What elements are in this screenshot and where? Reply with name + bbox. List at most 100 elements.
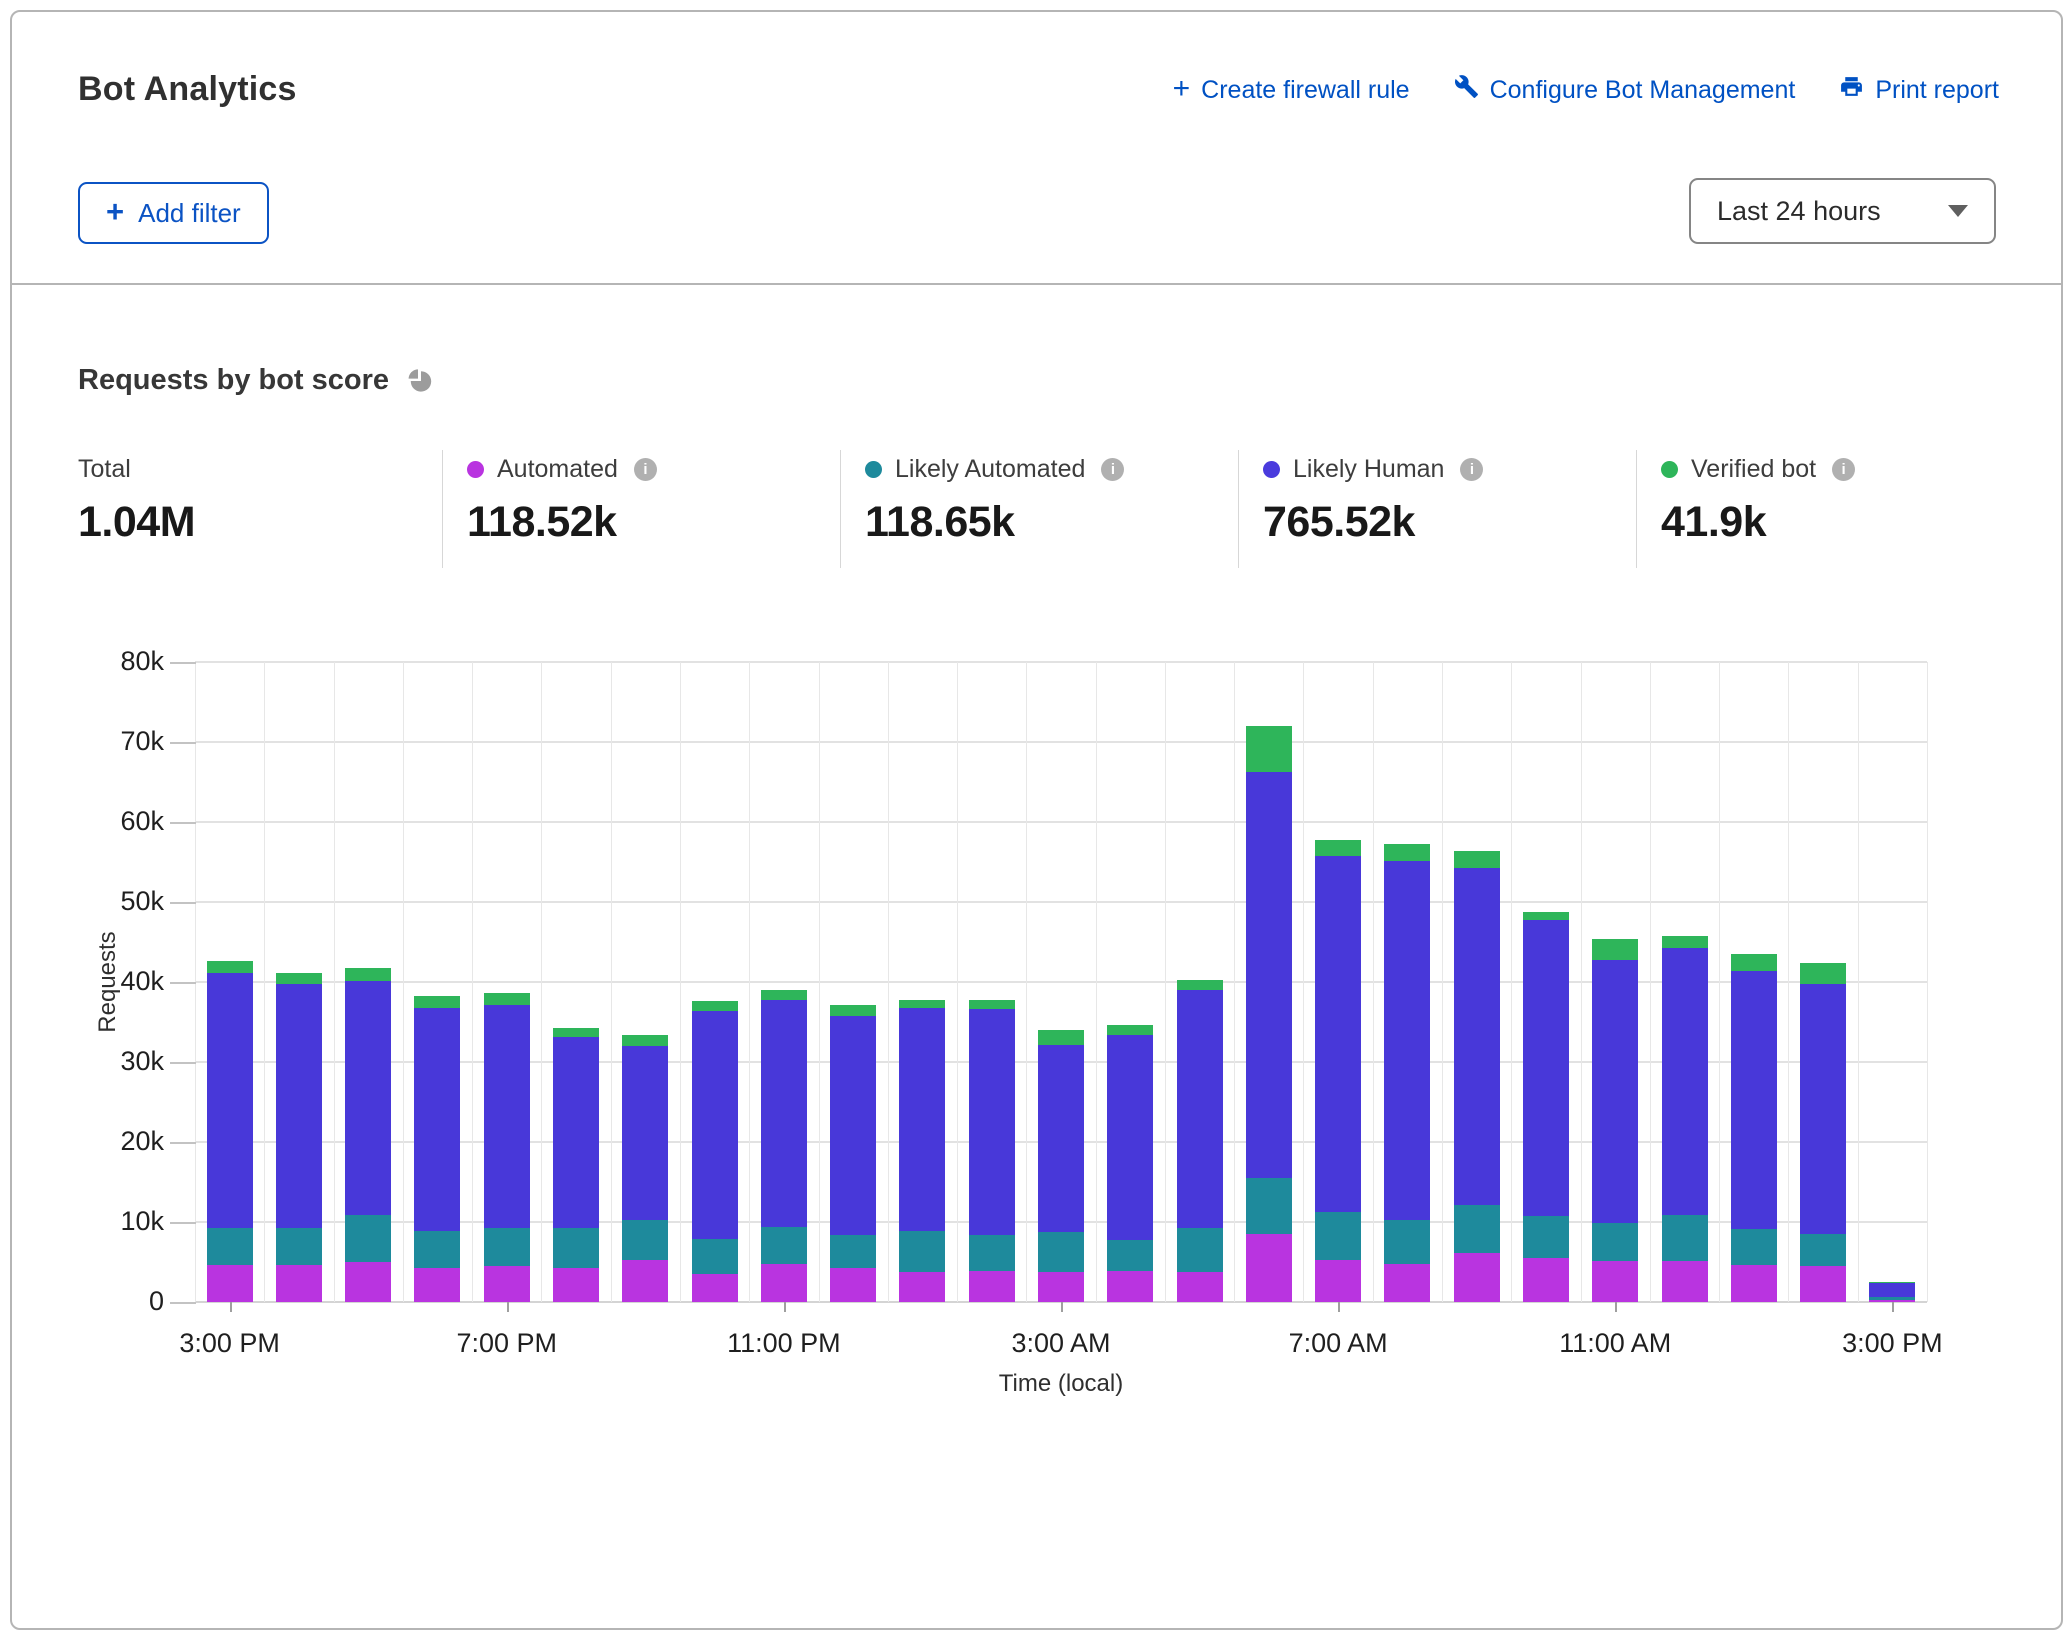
bar-segment-likely-human[interactable]	[1592, 960, 1638, 1223]
configure-bot-management-link[interactable]: Configure Bot Management	[1454, 74, 1796, 106]
info-icon[interactable]: i	[1460, 458, 1483, 481]
bar[interactable]	[1177, 662, 1223, 1302]
bar-segment-likely-automated[interactable]	[276, 1228, 322, 1265]
bar-segment-likely-human[interactable]	[345, 981, 391, 1215]
bar-segment-verified-bot[interactable]	[414, 996, 460, 1008]
bar-segment-automated[interactable]	[969, 1271, 1015, 1302]
bar-segment-likely-human[interactable]	[1800, 984, 1846, 1234]
bar[interactable]	[761, 662, 807, 1302]
bar-segment-likely-automated[interactable]	[899, 1231, 945, 1273]
bar-segment-automated[interactable]	[484, 1266, 530, 1302]
add-filter-button[interactable]: + Add filter	[78, 182, 269, 244]
bar[interactable]	[276, 662, 322, 1302]
info-icon[interactable]: i	[634, 458, 657, 481]
bar-segment-automated[interactable]	[1038, 1272, 1084, 1302]
bar-segment-likely-automated[interactable]	[484, 1228, 530, 1266]
bar-segment-verified-bot[interactable]	[1454, 851, 1500, 868]
bar[interactable]	[1592, 662, 1638, 1302]
bar-segment-likely-human[interactable]	[899, 1008, 945, 1230]
bar-segment-likely-human[interactable]	[1315, 856, 1361, 1212]
bar-segment-likely-human[interactable]	[1246, 772, 1292, 1178]
bar-segment-verified-bot[interactable]	[692, 1001, 738, 1011]
bar-segment-likely-automated[interactable]	[692, 1239, 738, 1274]
bar-segment-automated[interactable]	[1454, 1253, 1500, 1302]
bar-segment-likely-automated[interactable]	[1731, 1229, 1777, 1265]
bar[interactable]	[414, 662, 460, 1302]
bar-segment-automated[interactable]	[830, 1268, 876, 1302]
bar-segment-automated[interactable]	[761, 1264, 807, 1302]
bar-segment-likely-human[interactable]	[553, 1037, 599, 1228]
bar-segment-likely-automated[interactable]	[1038, 1232, 1084, 1272]
bar-segment-automated[interactable]	[1246, 1234, 1292, 1302]
bar-segment-likely-human[interactable]	[692, 1011, 738, 1239]
bar-segment-automated[interactable]	[414, 1268, 460, 1302]
bar-segment-automated[interactable]	[1800, 1266, 1846, 1302]
bar-segment-likely-automated[interactable]	[1523, 1216, 1569, 1258]
bar-segment-likely-automated[interactable]	[830, 1235, 876, 1269]
print-report-link[interactable]: Print report	[1839, 74, 1999, 106]
bar-segment-verified-bot[interactable]	[1869, 1282, 1915, 1283]
bar-segment-automated[interactable]	[1592, 1261, 1638, 1302]
bar-segment-likely-automated[interactable]	[1177, 1228, 1223, 1272]
bar-segment-verified-bot[interactable]	[553, 1028, 599, 1038]
bar[interactable]	[1246, 662, 1292, 1302]
time-range-select[interactable]: Last 24 hours	[1689, 178, 1996, 244]
bar-segment-likely-automated[interactable]	[1246, 1178, 1292, 1234]
bar[interactable]	[622, 662, 668, 1302]
bar-segment-likely-human[interactable]	[969, 1009, 1015, 1235]
bar-segment-likely-automated[interactable]	[1384, 1220, 1430, 1264]
bar-segment-automated[interactable]	[899, 1272, 945, 1302]
bar-segment-verified-bot[interactable]	[1731, 954, 1777, 971]
bar-segment-likely-automated[interactable]	[969, 1235, 1015, 1271]
bar-segment-likely-human[interactable]	[484, 1005, 530, 1227]
bar-segment-verified-bot[interactable]	[276, 973, 322, 983]
bar[interactable]	[1315, 662, 1361, 1302]
bar-segment-verified-bot[interactable]	[1177, 980, 1223, 990]
bar-segment-automated[interactable]	[1731, 1265, 1777, 1302]
bar-segment-likely-human[interactable]	[1662, 948, 1708, 1214]
bar-segment-verified-bot[interactable]	[1523, 912, 1569, 919]
bar-segment-likely-human[interactable]	[1384, 861, 1430, 1219]
bar-segment-verified-bot[interactable]	[969, 1000, 1015, 1010]
bar-segment-likely-human[interactable]	[1731, 971, 1777, 1229]
bar-segment-likely-human[interactable]	[761, 1000, 807, 1227]
bar[interactable]	[1038, 662, 1084, 1302]
bar-segment-automated[interactable]	[1107, 1271, 1153, 1302]
bar[interactable]	[830, 662, 876, 1302]
bar-segment-automated[interactable]	[345, 1262, 391, 1302]
bar-segment-likely-automated[interactable]	[1592, 1223, 1638, 1261]
bar[interactable]	[1800, 662, 1846, 1302]
bar-segment-likely-automated[interactable]	[345, 1215, 391, 1262]
bar-segment-verified-bot[interactable]	[1384, 844, 1430, 862]
bar[interactable]	[1662, 662, 1708, 1302]
info-icon[interactable]: i	[1832, 458, 1855, 481]
bar-segment-verified-bot[interactable]	[1800, 963, 1846, 984]
bar-segment-likely-human[interactable]	[414, 1008, 460, 1231]
bar-segment-verified-bot[interactable]	[761, 990, 807, 1000]
bar-segment-automated[interactable]	[1315, 1260, 1361, 1302]
bar-segment-likely-human[interactable]	[207, 973, 253, 1228]
bar-segment-likely-automated[interactable]	[1800, 1234, 1846, 1266]
bar[interactable]	[484, 662, 530, 1302]
bar-segment-likely-automated[interactable]	[761, 1227, 807, 1265]
bar-segment-automated[interactable]	[1177, 1272, 1223, 1302]
bar-segment-automated[interactable]	[276, 1265, 322, 1302]
bar-segment-verified-bot[interactable]	[1315, 840, 1361, 855]
bar-segment-likely-automated[interactable]	[1662, 1215, 1708, 1261]
bar-segment-likely-human[interactable]	[1869, 1283, 1915, 1297]
bar-segment-verified-bot[interactable]	[1246, 726, 1292, 772]
bar[interactable]	[1869, 662, 1915, 1302]
bar-segment-likely-automated[interactable]	[1315, 1212, 1361, 1260]
bar-segment-verified-bot[interactable]	[1662, 936, 1708, 948]
bar[interactable]	[1523, 662, 1569, 1302]
bar-segment-verified-bot[interactable]	[622, 1035, 668, 1046]
bar-segment-likely-automated[interactable]	[1454, 1205, 1500, 1253]
bar[interactable]	[553, 662, 599, 1302]
bar-segment-likely-human[interactable]	[1523, 920, 1569, 1217]
bar-segment-likely-human[interactable]	[1454, 868, 1500, 1206]
bar[interactable]	[692, 662, 738, 1302]
bar-segment-verified-bot[interactable]	[1592, 939, 1638, 960]
bar[interactable]	[1454, 662, 1500, 1302]
bar-segment-verified-bot[interactable]	[345, 968, 391, 981]
bar-segment-automated[interactable]	[553, 1268, 599, 1302]
